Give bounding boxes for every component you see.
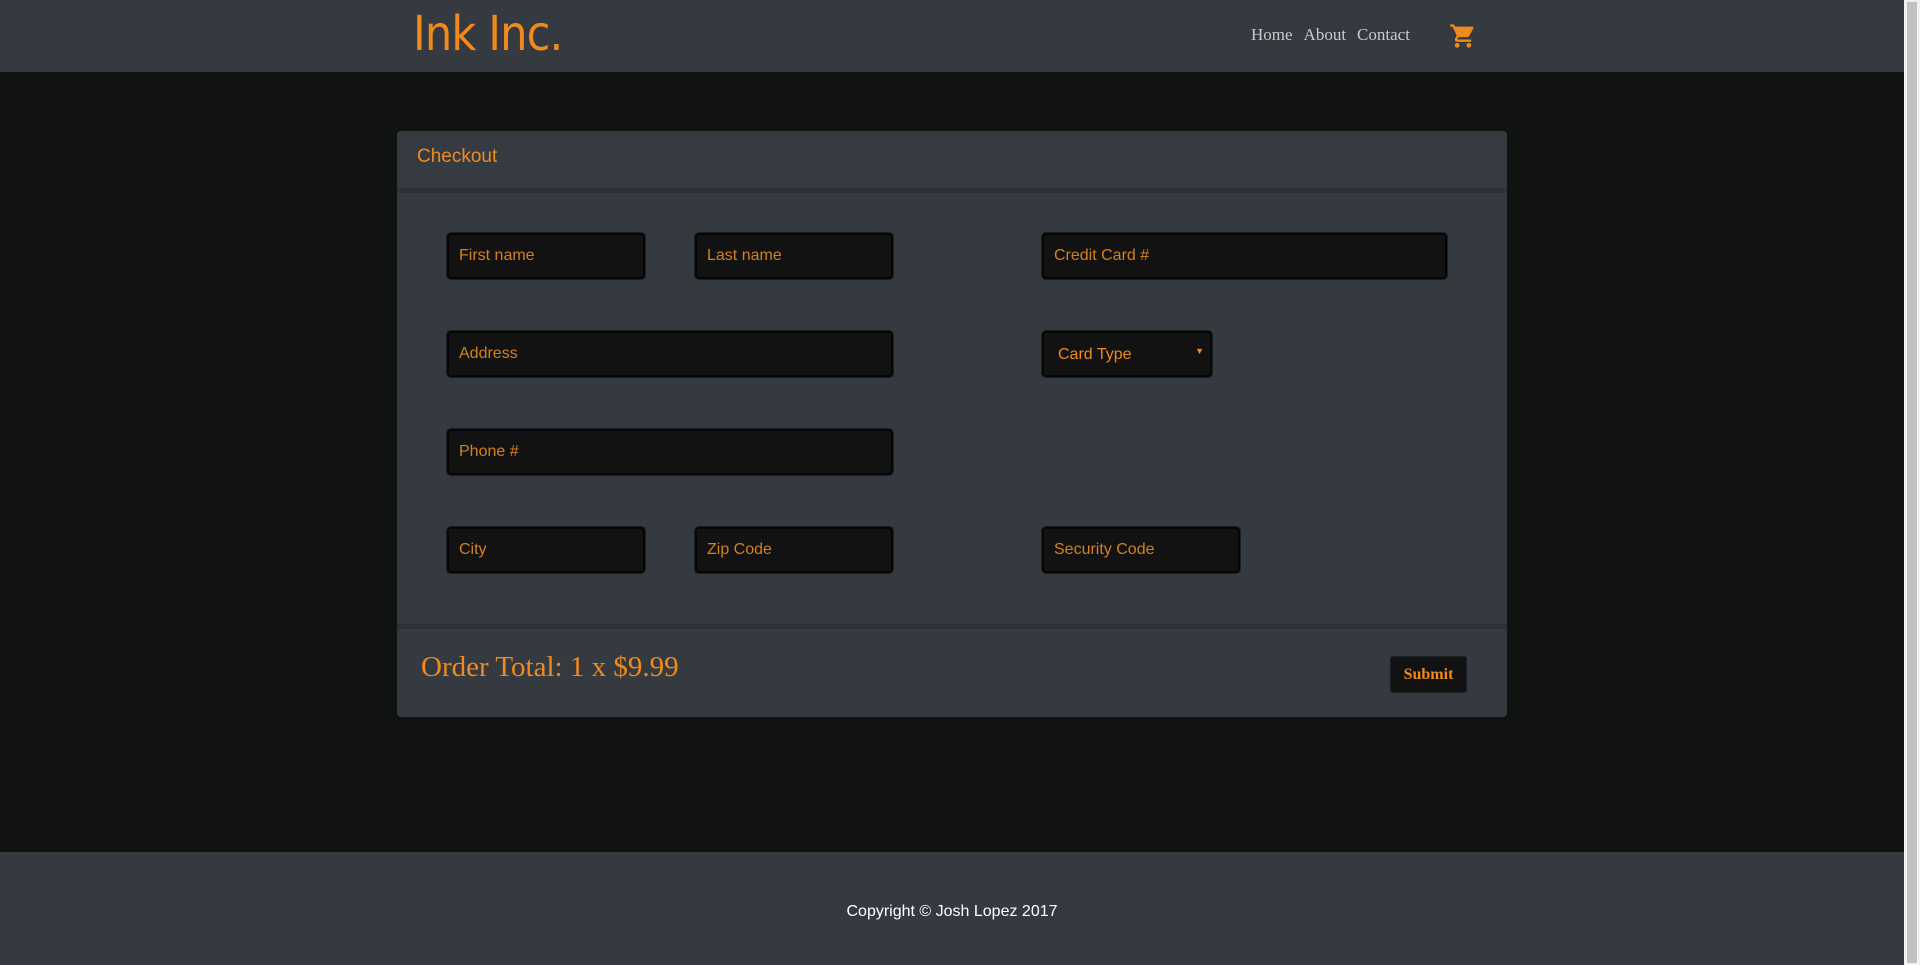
last-name-input[interactable] (695, 233, 893, 279)
zip-code-input[interactable] (695, 527, 893, 573)
navbar: Ink Inc. Home About Contact (0, 0, 1904, 72)
scrollbar-thumb[interactable] (1907, 2, 1917, 963)
checkout-title: Checkout (417, 146, 498, 167)
shopping-cart-icon[interactable] (1449, 22, 1477, 50)
copyright-text: Copyright © Josh Lopez 2017 (846, 903, 1058, 920)
order-total: Order Total: 1 x $9.99 (421, 651, 679, 683)
page: Ink Inc. Home About Contact Checkout Car… (0, 0, 1904, 965)
vertical-scrollbar[interactable] (1904, 0, 1920, 965)
page-footer: Copyright © Josh Lopez 2017 (0, 852, 1904, 965)
credit-card-input[interactable] (1042, 233, 1447, 279)
brand-logo[interactable]: Ink Inc. (413, 4, 563, 64)
first-name-input[interactable] (447, 233, 645, 279)
submit-button[interactable]: Submit (1390, 656, 1467, 693)
security-code-input[interactable] (1042, 527, 1240, 573)
checkout-card: Checkout Card Type ▼ Order Total: 1 x $9… (397, 131, 1507, 717)
nav-link-contact[interactable]: Contact (1357, 24, 1410, 46)
phone-input[interactable] (447, 429, 893, 475)
nav-link-about[interactable]: About (1304, 24, 1347, 46)
nav-links: Home About Contact (1251, 24, 1421, 46)
nav-link-home[interactable]: Home (1251, 24, 1293, 46)
card-type-select[interactable]: Card Type ▼ (1042, 331, 1212, 377)
city-input[interactable] (447, 527, 645, 573)
chevron-down-icon: ▼ (1195, 346, 1204, 356)
address-input[interactable] (447, 331, 893, 377)
checkout-header: Checkout (397, 131, 1507, 193)
card-type-value: Card Type (1058, 346, 1132, 363)
checkout-footer: Order Total: 1 x $9.99 Submit (397, 624, 1507, 717)
